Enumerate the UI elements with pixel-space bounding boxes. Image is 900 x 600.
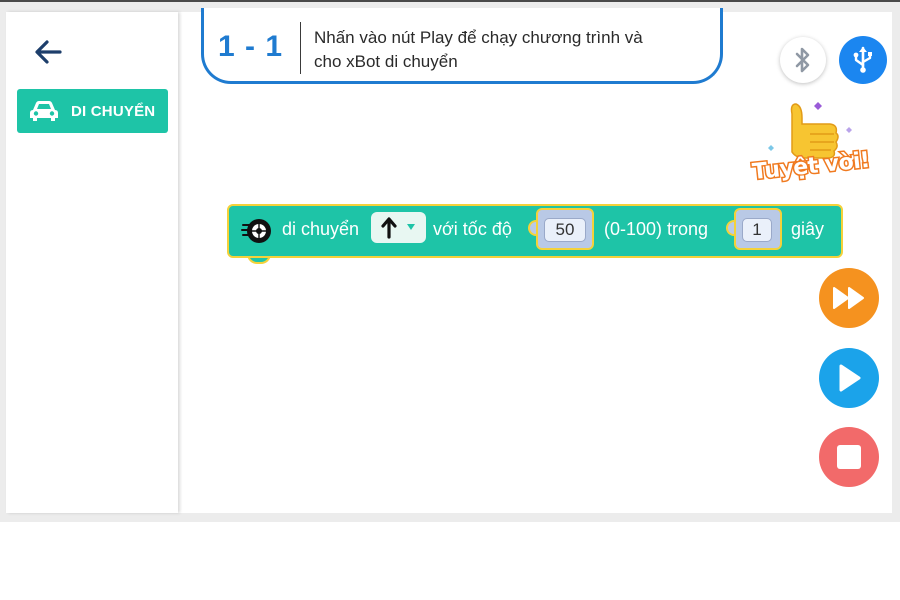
speed-input[interactable]: 50 (544, 218, 586, 242)
task-header: 1 - 1 Nhấn vào nút Play để chạy chương t… (201, 8, 723, 84)
wheel-icon (241, 219, 271, 243)
bluetooth-icon (795, 47, 810, 73)
duration-input[interactable]: 1 (742, 218, 772, 242)
block-category-sidebar (6, 12, 178, 513)
back-button[interactable] (28, 34, 70, 70)
car-icon (30, 101, 58, 121)
task-instruction-line1: Nhấn vào nút Play để chạy chương trình v… (314, 28, 643, 47)
arrow-left-icon (35, 40, 62, 64)
play-button[interactable] (819, 348, 879, 408)
block-label-unit: giây (791, 219, 825, 239)
arrow-up-icon (381, 217, 397, 239)
task-divider (300, 22, 301, 74)
usb-icon (853, 46, 872, 73)
fast-forward-button[interactable] (819, 268, 879, 328)
task-instruction-line2: cho xBot di chuyển (314, 52, 458, 71)
task-number: 1 - 1 (218, 30, 284, 63)
stop-icon (837, 445, 861, 469)
usb-button[interactable] (839, 36, 887, 84)
fast-forward-icon (833, 287, 864, 309)
category-move-label: DI CHUYỂN (71, 102, 156, 120)
stop-button[interactable] (819, 427, 879, 487)
chevron-down-icon (407, 224, 415, 230)
block-label-range: (0-100) trong (604, 219, 709, 239)
task-instruction: Nhấn vào nút Play để chạy chương trình v… (314, 26, 714, 74)
block-label-move: di chuyển (282, 219, 360, 239)
play-icon (839, 364, 861, 392)
great-job-badge: Tuyệt vời! (750, 100, 872, 196)
bluetooth-button[interactable] (780, 37, 826, 83)
direction-dropdown[interactable] (371, 212, 426, 243)
block-label-speed: với tốc độ (433, 219, 512, 239)
category-move-button[interactable]: DI CHUYỂN (17, 89, 168, 133)
